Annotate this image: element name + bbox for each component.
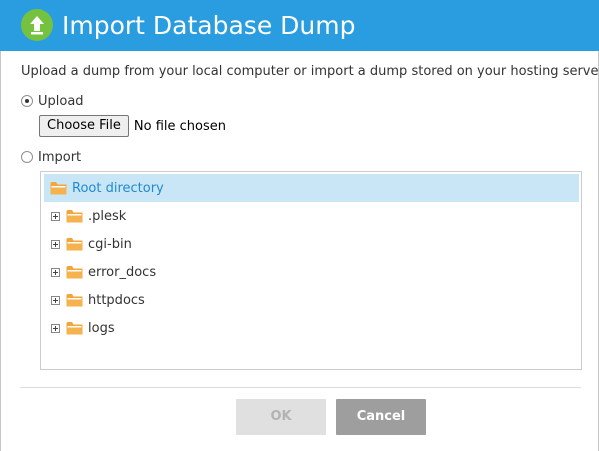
choose-file-button[interactable]: Choose File	[39, 115, 129, 137]
import-label[interactable]: Import	[38, 150, 81, 165]
folder-icon	[66, 266, 83, 279]
upload-arrow-icon	[21, 9, 53, 41]
folder-icon	[66, 294, 83, 307]
tree-item-logs[interactable]: logs	[51, 318, 115, 338]
tree-root-label[interactable]: Root directory	[72, 181, 164, 196]
tree-item-cgi-bin[interactable]: cgi-bin	[51, 234, 132, 254]
cancel-button[interactable]: Cancel	[336, 399, 426, 435]
folder-icon	[50, 182, 67, 195]
expand-icon[interactable]	[51, 239, 60, 249]
tree-item-label[interactable]: logs	[88, 321, 115, 336]
ok-button[interactable]: OK	[236, 399, 326, 435]
tree-item-label[interactable]: error_docs	[88, 265, 156, 280]
expand-icon[interactable]	[51, 211, 60, 221]
directory-tree[interactable]: Root directory .plesk cgi-bin error_docs	[40, 171, 582, 370]
expand-icon[interactable]	[51, 295, 60, 305]
file-status: No file chosen	[133, 118, 226, 134]
tree-item-plesk[interactable]: .plesk	[51, 206, 126, 226]
tree-root-item[interactable]: Root directory	[44, 174, 579, 202]
upload-option[interactable]: Upload	[21, 92, 84, 110]
tree-item-error-docs[interactable]: error_docs	[51, 262, 156, 282]
folder-icon	[66, 210, 83, 223]
expand-icon[interactable]	[51, 267, 60, 277]
tree-item-label[interactable]: httpdocs	[88, 293, 145, 308]
footer-divider	[20, 387, 581, 388]
import-radio[interactable]	[21, 151, 33, 163]
tree-item-label[interactable]: cgi-bin	[88, 237, 132, 252]
expand-icon[interactable]	[51, 323, 60, 333]
folder-icon	[66, 322, 83, 335]
tree-item-httpdocs[interactable]: httpdocs	[51, 290, 145, 310]
upload-radio[interactable]	[21, 95, 33, 107]
dialog-titlebar: Import Database Dump	[0, 0, 599, 51]
file-input[interactable]: Choose File No file chosen	[39, 115, 226, 137]
dialog-description: Upload a dump from your local computer o…	[21, 64, 599, 79]
tree-item-label[interactable]: .plesk	[88, 209, 126, 224]
upload-label[interactable]: Upload	[38, 94, 84, 109]
folder-icon	[66, 238, 83, 251]
dialog-title: Import Database Dump	[62, 11, 356, 40]
import-option[interactable]: Import	[21, 148, 81, 166]
